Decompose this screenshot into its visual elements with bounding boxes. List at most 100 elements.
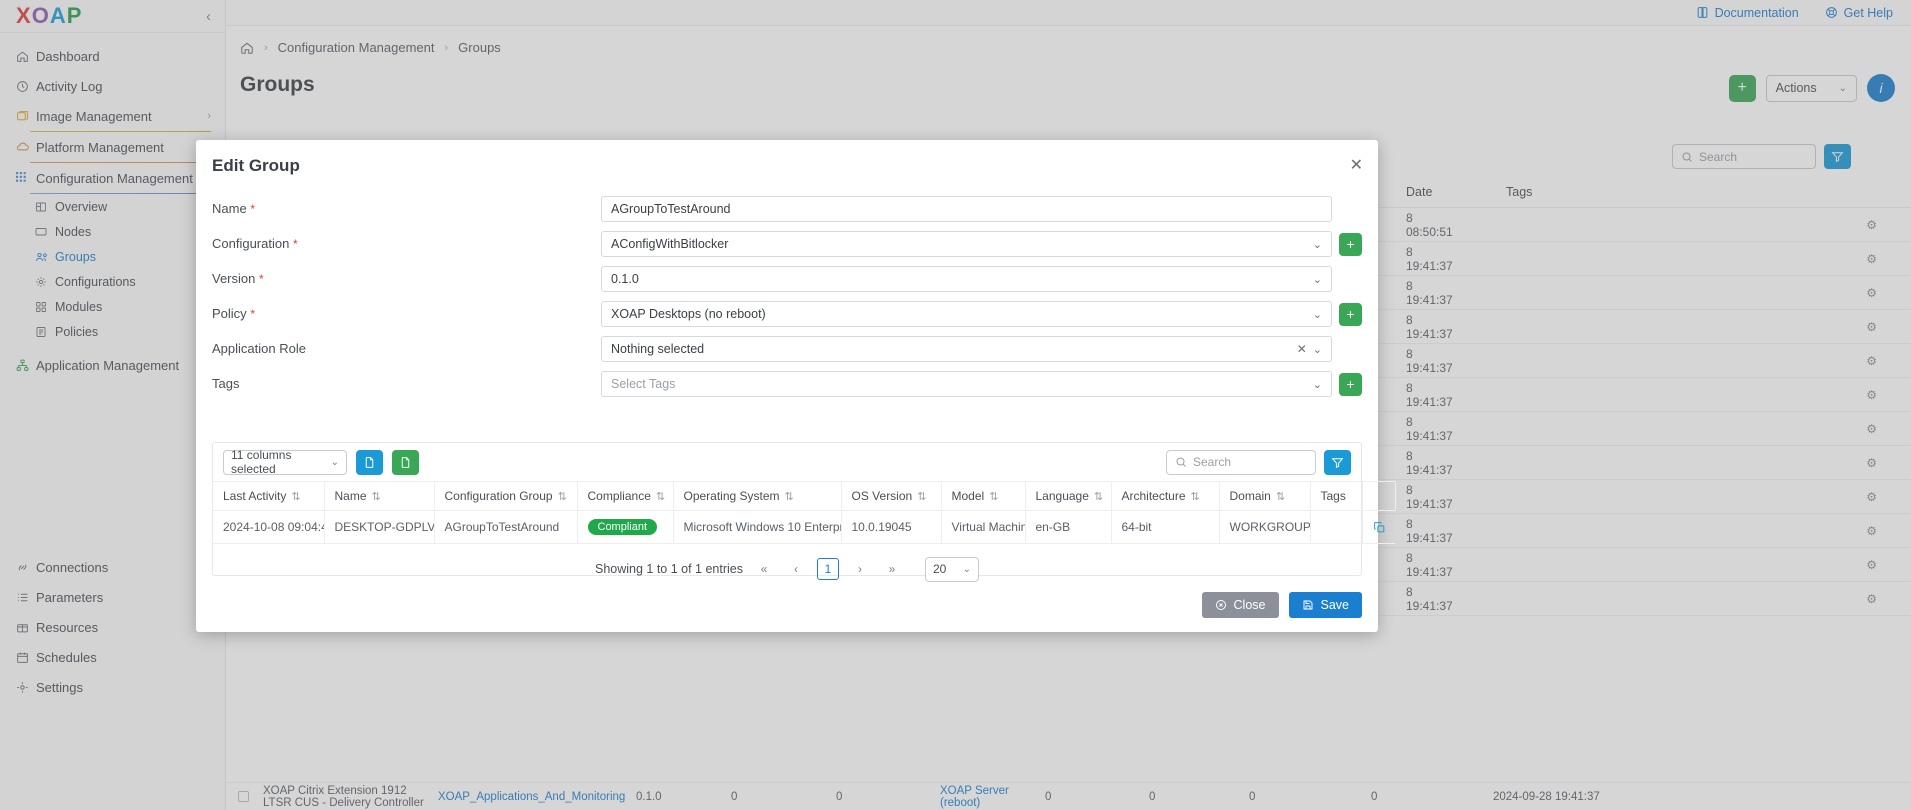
column-header-tags[interactable]: Tags	[1310, 481, 1363, 511]
field-label-text: Tags	[212, 376, 240, 391]
field-label-application-role: Application Role	[212, 336, 601, 356]
column-label: OS Version	[851, 489, 913, 503]
chevron-down-icon: ⌄	[1312, 273, 1322, 286]
form-row-policy: Policy * XOAP Desktops (no reboot) ⌄ +	[212, 301, 1362, 336]
sort-icon: ⇅	[291, 491, 301, 503]
modal-title: Edit Group	[212, 156, 300, 175]
cell-configuration-group: AGroupToTestAround	[434, 510, 578, 544]
name-input-value: AGroupToTestAround	[611, 202, 731, 216]
cell-os-version: 10.0.19045	[841, 510, 942, 544]
sort-icon: ⇅	[917, 491, 927, 503]
nodes-columns-selector[interactable]: 11 columns selected ⌄	[223, 448, 347, 476]
pagination-first-button[interactable]: «	[753, 558, 775, 580]
field-label-text: Name	[212, 201, 247, 216]
required-marker: *	[250, 202, 255, 216]
add-configuration-button[interactable]: +	[1339, 232, 1362, 256]
column-label: Tags	[1320, 489, 1346, 503]
tags-select[interactable]: Select Tags ⌄	[601, 371, 1332, 397]
column-header-os-version[interactable]: OS Version ⇅	[841, 481, 942, 511]
pagination-last-button[interactable]: »	[881, 558, 903, 580]
sort-icon: ⇅	[1093, 491, 1104, 503]
close-button-label: Close	[1233, 598, 1266, 612]
column-label: Model	[951, 489, 985, 503]
configuration-select[interactable]: AConfigWithBitlocker ⌄	[601, 231, 1332, 257]
cell-domain: WORKGROUP	[1219, 510, 1311, 544]
column-label: Name	[334, 489, 367, 503]
chevron-down-icon: ⌄	[330, 456, 339, 468]
pagination-next-button[interactable]: ›	[849, 558, 871, 580]
column-label: Architecture	[1121, 489, 1186, 503]
pagination-prev-button[interactable]: ‹	[785, 558, 807, 580]
field-label-text: Application Role	[212, 341, 306, 356]
column-label: Operating System	[683, 489, 780, 503]
application-role-select-value: Nothing selected	[611, 342, 705, 356]
table-row[interactable]: 2024-10-08 09:04:40 DESKTOP-GDPLVFP AGro…	[213, 510, 1395, 544]
field-wrapper: XOAP Desktops (no reboot) ⌄ +	[601, 301, 1362, 327]
field-label-text: Version	[212, 271, 256, 286]
cell-actions	[1362, 510, 1395, 544]
version-select[interactable]: 0.1.0 ⌄	[601, 266, 1332, 292]
nodes-export-excel-button[interactable]	[392, 449, 419, 475]
sort-icon: ⇅	[1190, 491, 1200, 503]
column-header-domain[interactable]: Domain ⇅	[1219, 481, 1311, 511]
add-tag-button[interactable]: +	[1339, 372, 1362, 396]
nodes-panel: 11 columns selected ⌄ Search Last Activi…	[212, 442, 1396, 582]
column-header-name[interactable]: Name ⇅	[324, 481, 435, 511]
close-icon[interactable]: ✕	[1350, 158, 1363, 174]
chevron-down-icon: ⌄	[1312, 343, 1322, 356]
edit-group-form: Name * AGroupToTestAround Configuration …	[212, 196, 1362, 406]
column-label: Configuration Group	[444, 489, 553, 503]
nodes-pagination: Showing 1 to 1 of 1 entries « ‹ 1 › » 20…	[213, 544, 1361, 594]
column-label: Compliance	[587, 489, 651, 503]
page-size-selector[interactable]: 20 ⌄	[925, 556, 979, 582]
cell-compliance: Compliant	[577, 510, 674, 544]
field-wrapper: Select Tags ⌄ +	[601, 371, 1362, 397]
pagination-page-1[interactable]: 1	[817, 558, 839, 580]
cell-architecture: 64-bit	[1111, 510, 1220, 544]
edit-group-modal: Edit Group ✕ Name * AGroupToTestAround C…	[196, 140, 1396, 632]
application-role-select[interactable]: Nothing selected ✕ ⌄	[601, 336, 1332, 362]
column-header-architecture[interactable]: Architecture ⇅	[1111, 481, 1220, 511]
cell-operating-system: Microsoft Windows 10 Enterprise	[673, 510, 842, 544]
form-row-application-role: Application Role Nothing selected ✕ ⌄	[212, 336, 1362, 371]
field-wrapper: 0.1.0 ⌄	[601, 266, 1362, 292]
chevron-down-icon: ⌄	[1312, 378, 1322, 391]
column-header-model[interactable]: Model ⇅	[941, 481, 1026, 511]
nodes-search-area: Search	[1166, 449, 1351, 475]
nodes-search-input[interactable]: Search	[1166, 449, 1316, 475]
sort-icon: ⇅	[1275, 491, 1286, 503]
copy-icon[interactable]	[1373, 521, 1386, 534]
form-row-configuration: Configuration * AConfigWithBitlocker ⌄ +	[212, 231, 1362, 266]
column-header-compliance[interactable]: Compliance ⇅	[577, 481, 674, 511]
cell-tags	[1310, 510, 1363, 544]
save-button[interactable]: Save	[1288, 592, 1362, 618]
close-button[interactable]: Close	[1201, 592, 1279, 618]
policy-select[interactable]: XOAP Desktops (no reboot) ⌄	[601, 301, 1332, 327]
application-root: XOAP ‹ Dashboard Activity Log Image Mana…	[0, 0, 1911, 810]
column-header-last-activity[interactable]: Last Activity ⇅	[213, 481, 325, 511]
field-wrapper: AConfigWithBitlocker ⌄ +	[601, 231, 1362, 257]
column-header-configuration-group[interactable]: Configuration Group ⇅	[434, 481, 578, 511]
field-label-policy: Policy *	[212, 301, 601, 321]
name-input[interactable]: AGroupToTestAround	[601, 196, 1332, 222]
save-disk-icon	[1302, 599, 1314, 611]
column-header-language[interactable]: Language ⇅	[1025, 481, 1112, 511]
field-label-configuration: Configuration *	[212, 231, 601, 251]
add-policy-button[interactable]: +	[1339, 302, 1362, 326]
field-wrapper: Nothing selected ✕ ⌄	[601, 336, 1362, 362]
nodes-export-pdf-button[interactable]	[356, 449, 383, 475]
column-header-operating-system[interactable]: Operating System ⇅	[673, 481, 842, 511]
nodes-filter-button[interactable]	[1324, 449, 1351, 475]
modal-footer: Close Save	[1201, 592, 1362, 618]
field-label-version: Version *	[212, 266, 601, 286]
required-marker: *	[259, 272, 264, 286]
cell-language: en-GB	[1025, 510, 1112, 544]
sort-icon: ⇅	[371, 491, 381, 503]
chevron-down-icon: ⌄	[962, 563, 971, 575]
close-circle-icon	[1215, 599, 1227, 611]
policy-select-value: XOAP Desktops (no reboot)	[611, 307, 766, 321]
form-row-name: Name * AGroupToTestAround	[212, 196, 1362, 231]
sort-icon: ⇅	[655, 491, 666, 503]
save-button-label: Save	[1320, 598, 1350, 612]
clear-icon[interactable]: ✕	[1297, 342, 1307, 356]
